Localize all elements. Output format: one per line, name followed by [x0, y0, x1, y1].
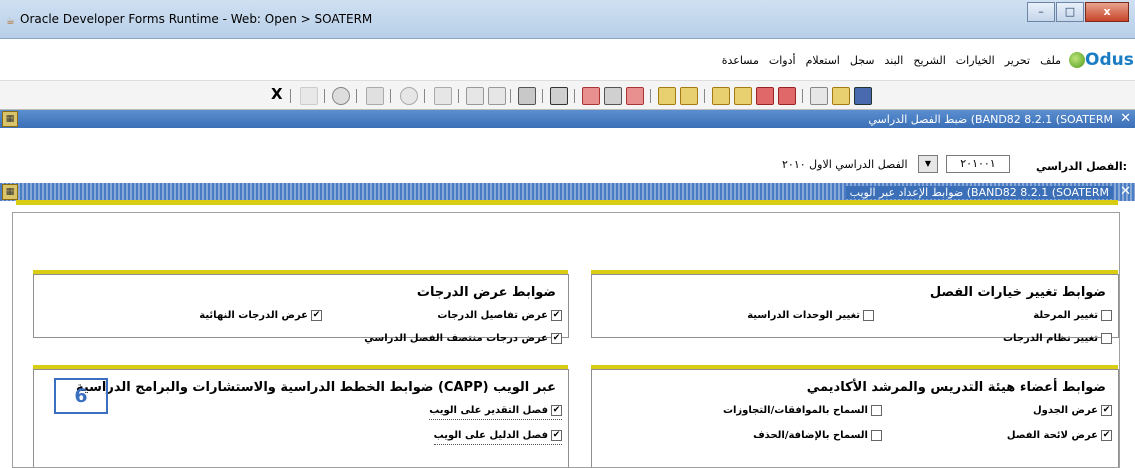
- toolbar-separator: [542, 89, 543, 103]
- menu-bar: Odus ملف تحرير الخيارات الشريح البند سجل…: [0, 40, 1135, 78]
- lightbulb-icon[interactable]: [300, 87, 318, 105]
- search-icon[interactable]: [488, 87, 506, 105]
- registration-panel-title: ضوابط تغيير خيارات الفصل: [929, 285, 1106, 300]
- toolbar-separator: [290, 89, 291, 103]
- menu-edit[interactable]: تحرير: [1005, 54, 1030, 67]
- toolbar-separator: [424, 89, 425, 103]
- toolbar-separator: [356, 89, 357, 103]
- menu-item[interactable]: البند: [885, 54, 904, 67]
- toolbar-separator: [650, 89, 651, 103]
- window-title: Oracle Developer Forms Runtime - Web: Op…: [20, 12, 373, 26]
- window-controls: – □ x: [1026, 2, 1129, 22]
- capp-panel: ضوابط الخطط الدراسية والاستشارات والبرام…: [33, 369, 569, 467]
- odus-logo: Odus: [1069, 48, 1134, 72]
- change-level-checkbox[interactable]: تغيير المرحلة: [1033, 310, 1112, 321]
- window-titlebar: ☕ Oracle Developer Forms Runtime - Web: …: [0, 0, 1135, 39]
- web-controls-form-title: ضوابط الإعداد عبر الويب (BAND82 8.2.1 (S…: [845, 186, 1113, 199]
- exit-button[interactable]: X: [271, 85, 283, 103]
- toolbar-separator: [390, 89, 391, 103]
- toolbar-separator: [802, 89, 803, 103]
- change-credit-hours-checkbox[interactable]: تغيير الوحدات الدراسية: [747, 310, 874, 321]
- refresh-icon[interactable]: [680, 87, 698, 105]
- faculty-panel-title: ضوابط أعضاء هيئة التدريس والمرشد الأكادي…: [806, 380, 1106, 395]
- rollback-icon[interactable]: [658, 87, 676, 105]
- save-icon[interactable]: [854, 87, 872, 105]
- display-schedule-checkbox[interactable]: ✔ عرض الجدول: [1033, 405, 1112, 416]
- toolbar-separator: [704, 89, 705, 103]
- block-separator: [16, 200, 1118, 205]
- faculty-panel: ضوابط أعضاء هيئة التدريس والمرشد الأكادي…: [591, 369, 1119, 467]
- form-icon: ▦: [2, 184, 18, 200]
- form-close-icon[interactable]: ✕: [1120, 111, 1131, 126]
- display-class-roster-checkbox[interactable]: ✔ عرض لائحة الفصل: [1007, 430, 1112, 441]
- minimize-button[interactable]: –: [1027, 2, 1055, 22]
- java-cup-icon: ☕: [6, 16, 15, 27]
- allow-add-drop-checkbox[interactable]: السماح بالإضافة/الحذف: [753, 430, 882, 441]
- next-block-icon[interactable]: [734, 87, 752, 105]
- term-lov-button[interactable]: ▼: [918, 155, 938, 173]
- insert-record-icon[interactable]: [466, 87, 484, 105]
- document-icon[interactable]: [810, 87, 828, 105]
- term-form-header: ▦ ضبط الفصل الدراسي (BAND82 8.2.1 (SOATE…: [0, 110, 1135, 128]
- toolbar-separator: [510, 89, 511, 103]
- speaker-icon[interactable]: [434, 87, 452, 105]
- remove-icon[interactable]: [626, 87, 644, 105]
- next-record-icon[interactable]: [778, 87, 796, 105]
- display-midterm-grades-checkbox[interactable]: ✔ عرض درجات منتصف الفصل الدراسي: [364, 333, 562, 344]
- term-form-title: ضبط الفصل الدراسي (BAND82 8.2.1 (SOATERM: [868, 113, 1113, 126]
- menu-file[interactable]: ملف: [1040, 54, 1061, 67]
- help-icon[interactable]: [332, 87, 350, 105]
- menu-tools[interactable]: أدوات: [769, 54, 796, 67]
- allow-overrides-checkbox[interactable]: السماح بالموافقات/التجاوزات: [723, 405, 882, 416]
- maximize-button[interactable]: □: [1056, 2, 1084, 22]
- toolbar: X: [0, 80, 1135, 110]
- undo-icon[interactable]: [832, 87, 850, 105]
- toolbar-separator: [574, 89, 575, 103]
- capp-panel-title: ضوابط الخطط الدراسية والاستشارات والبرام…: [75, 380, 556, 395]
- grades-panel-title: ضوابط عرض الدرجات: [416, 285, 556, 300]
- change-grade-mode-checkbox[interactable]: تغيير نظام الدرجات: [1003, 333, 1112, 344]
- toolbar-separator: [324, 89, 325, 103]
- toolbar-separator: [458, 89, 459, 103]
- web-controls-form-header: ▦ ضوابط الإعداد عبر الويب (BAND82 8.2.1 …: [0, 183, 1135, 201]
- menu-help[interactable]: مساعدة: [722, 54, 759, 67]
- network-icon[interactable]: [366, 87, 384, 105]
- crosshair-icon[interactable]: [400, 87, 418, 105]
- delete-record-icon[interactable]: [582, 87, 600, 105]
- grades-panel: ضوابط عرض الدرجات ✔ عرض تفاصيل الدرجات ✔ ع…: [33, 274, 569, 344]
- previous-record-icon[interactable]: [756, 87, 774, 105]
- menu-options[interactable]: الخيارات: [956, 54, 995, 67]
- display-grade-details-checkbox[interactable]: ✔ عرض تفاصيل الدرجات: [437, 310, 562, 321]
- menu-block[interactable]: الشريح: [913, 54, 945, 67]
- print-icon[interactable]: [518, 87, 536, 105]
- web-controls-canvas: ضوابط تغيير خيارات الفصل تغيير المرحلة ت…: [12, 212, 1120, 468]
- menu-query[interactable]: استعلام: [806, 54, 840, 67]
- logo-text: Odus: [1085, 50, 1134, 70]
- form-icon: ▦: [2, 111, 18, 127]
- close-button[interactable]: x: [1085, 2, 1129, 22]
- web-catalog-term-checkbox[interactable]: ✔ فصل الدليل على الويب: [433, 430, 562, 445]
- display-final-grades-checkbox[interactable]: ✔ عرض الدرجات النهائية: [199, 310, 322, 321]
- term-code-field[interactable]: ٢٠١٠٠١: [946, 155, 1010, 173]
- previous-block-icon[interactable]: [712, 87, 730, 105]
- registration-panel: ضوابط تغيير خيارات الفصل تغيير المرحلة ت…: [591, 274, 1119, 344]
- term-label: الفصل الدراسي:: [1035, 160, 1127, 173]
- form-close-icon[interactable]: ✕: [1120, 184, 1131, 199]
- menu-items: ملف تحرير الخيارات الشريح البند سجل استع…: [722, 54, 1061, 67]
- menu-record[interactable]: سجل: [850, 54, 875, 67]
- copy-icon[interactable]: [550, 87, 568, 105]
- calculator-icon[interactable]: [604, 87, 622, 105]
- step-number-annotation: 6: [54, 378, 108, 414]
- globe-icon: [1069, 52, 1085, 68]
- term-description: الفصل الدراسي الاول ٢٠١٠: [782, 158, 908, 171]
- web-grading-term-checkbox[interactable]: ✔ فصل التقدير على الويب: [429, 405, 562, 420]
- term-key-block: الفصل الدراسي: ٢٠١٠٠١ ▼ الفصل الدراسي ال…: [0, 130, 1135, 180]
